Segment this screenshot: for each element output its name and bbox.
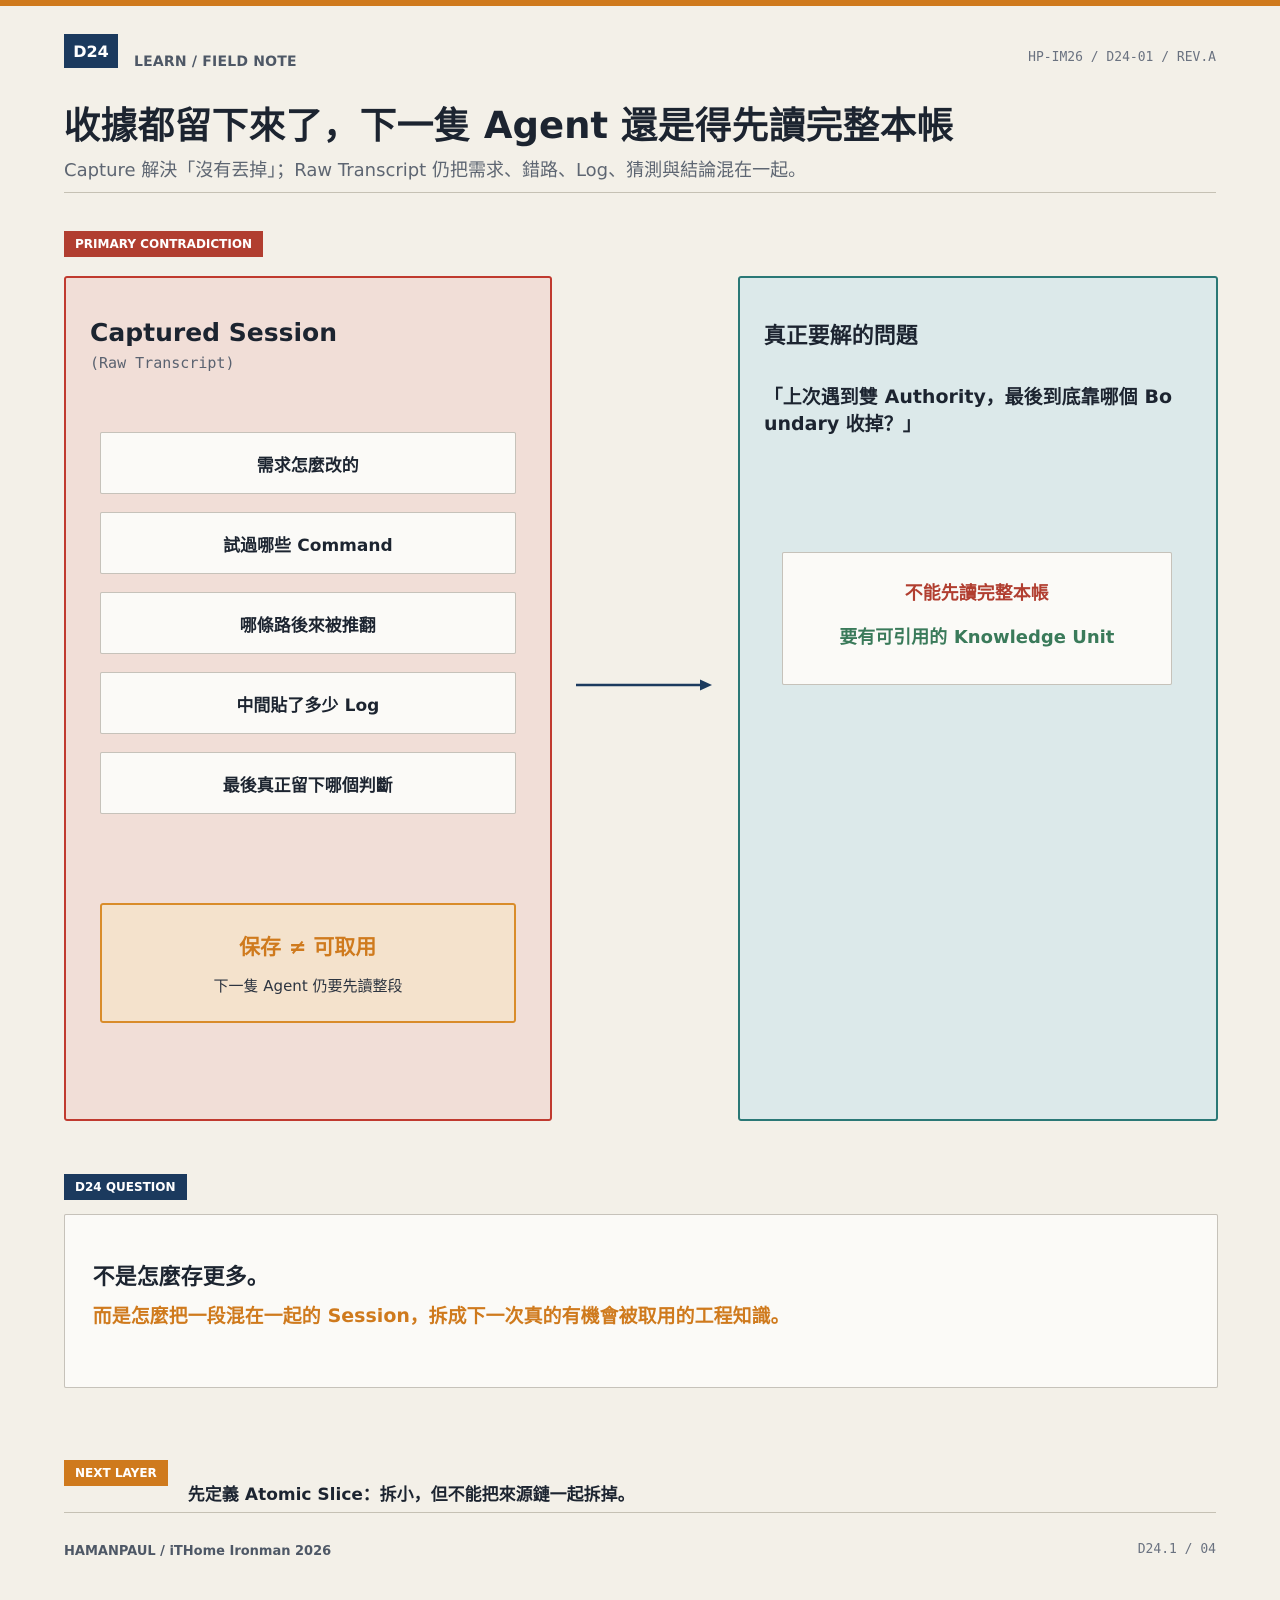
- day-badge: D24: [64, 34, 118, 68]
- page-title: 收據都留下來了，下一隻 Agent 還是得先讀完整本帳: [64, 104, 955, 147]
- next-layer-tag: NEXT LAYER: [64, 1460, 168, 1486]
- document-reference: HP-IM26 / D24-01 / REV.A: [1028, 50, 1216, 65]
- transcript-item: 試過哪些 Command: [100, 512, 516, 574]
- requirement-box: 不能先讀完整本帳 要有可引用的 Knowledge Unit: [782, 552, 1172, 685]
- page-subtitle: Capture 解決「沒有丟掉」；Raw Transcript 仍把需求、錯路、…: [64, 160, 807, 181]
- callout-sub-text: 下一隻 Agent 仍要先讀整段: [213, 977, 403, 995]
- header-divider: [64, 192, 1216, 193]
- transcript-item: 中間貼了多少 Log: [100, 672, 516, 734]
- captured-session-subtitle: (Raw Transcript): [90, 354, 235, 372]
- flow-arrow-icon: [576, 679, 712, 691]
- real-problem-title: 真正要解的問題: [764, 324, 919, 349]
- next-layer-text: 先定義 Atomic Slice：拆小，但不能把來源鏈一起拆掉。: [188, 1485, 635, 1505]
- footer-divider: [64, 1512, 1216, 1513]
- requirement-main-text: 不能先讀完整本帳: [905, 583, 1049, 604]
- requirement-sub-text: 要有可引用的 Knowledge Unit: [839, 627, 1115, 648]
- d24-question-tag: D24 QUESTION: [64, 1174, 187, 1200]
- question-line-1: 不是怎麼存更多。: [93, 1265, 270, 1290]
- footer-author: HAMANPAUL / iTHome Ironman 2026: [64, 1544, 332, 1559]
- real-problem-quote: 「上次遇到雙 Authority，最後到底靠哪個 Boundary 收掉？」: [764, 386, 1173, 435]
- callout-main-text: 保存 ≠ 可取用: [239, 935, 377, 959]
- footer-page-number: D24.1 / 04: [1137, 1542, 1216, 1557]
- transcript-item: 需求怎麼改的: [100, 432, 516, 494]
- primary-contradiction-tag: PRIMARY CONTRADICTION: [64, 231, 264, 257]
- question-line-2: 而是怎麼把一段混在一起的 Session，拆成下一次真的有機會被取用的工程知識。: [93, 1305, 790, 1327]
- captured-session-title: Captured Session: [90, 318, 338, 347]
- save-not-retrievable-callout: 保存 ≠ 可取用 下一隻 Agent 仍要先讀整段: [100, 903, 516, 1023]
- question-box: 不是怎麼存更多。 而是怎麼把一段混在一起的 Session，拆成下一次真的有機會…: [64, 1214, 1218, 1388]
- section-kicker: LEARN / FIELD NOTE: [134, 54, 297, 70]
- top-accent-bar: [0, 0, 1280, 6]
- transcript-item: 哪條路後來被推翻: [100, 592, 516, 654]
- transcript-item: 最後真正留下哪個判斷: [100, 752, 516, 814]
